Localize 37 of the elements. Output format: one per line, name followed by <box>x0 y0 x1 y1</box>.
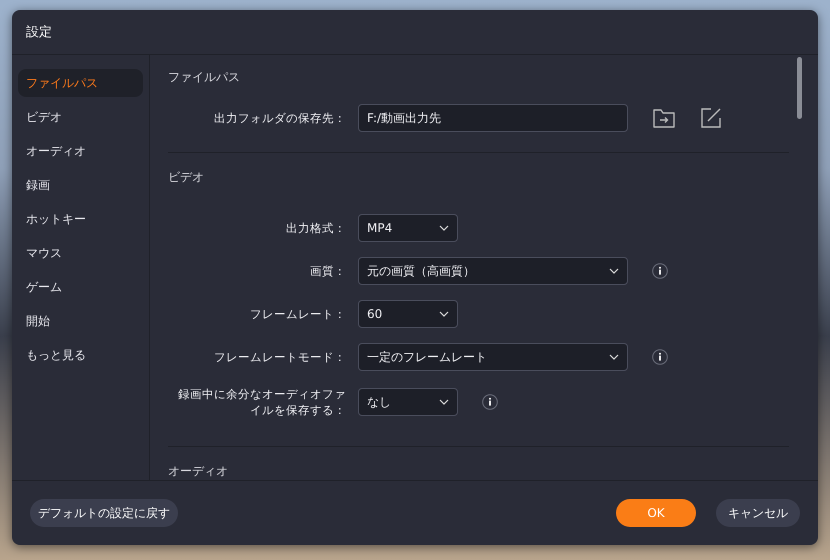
field-label: フレームレートモード： <box>213 349 347 365</box>
dropdown-select[interactable]: MP4 <box>358 214 458 242</box>
dialog-title: 設定 <box>26 24 52 41</box>
field-label: 録画中に余分なオーディオファイルを保存する： <box>177 386 347 418</box>
field-label: 画質： <box>309 263 347 279</box>
chevron-down-icon <box>609 268 619 274</box>
sidebar-item[interactable]: マウス <box>18 239 143 267</box>
sidebar-item[interactable]: もっと見る <box>18 341 143 369</box>
chevron-down-icon <box>439 311 449 317</box>
chevron-down-icon <box>439 225 449 231</box>
folder-path-field[interactable]: F:/動画出力先 <box>358 104 628 132</box>
sidebar-item[interactable]: ビデオ <box>18 103 143 131</box>
info-icon[interactable] <box>652 263 668 279</box>
sidebar-item[interactable]: 開始 <box>18 307 143 335</box>
sidebar-item[interactable]: ファイルパス <box>18 69 143 97</box>
edit-icon[interactable] <box>700 107 722 129</box>
sidebar-item[interactable]: ホットキー <box>18 205 143 233</box>
field-label: 出力格式： <box>285 220 347 236</box>
sidebar-item[interactable]: ゲーム <box>18 273 143 301</box>
section-heading: ビデオ <box>168 169 204 186</box>
chevron-down-icon <box>439 399 449 405</box>
folder-icon[interactable] <box>652 107 676 129</box>
field-label: 出力フォルダの保存先： <box>213 110 347 126</box>
sidebar-item[interactable]: オーディオ <box>18 137 143 165</box>
cancel-button[interactable]: キャンセル <box>716 499 800 527</box>
section-heading: ファイルパス <box>168 69 240 86</box>
field-label: フレームレート： <box>249 306 347 322</box>
chevron-down-icon <box>609 354 619 360</box>
dropdown-select[interactable]: 60 <box>358 300 458 328</box>
dropdown-select[interactable]: 一定のフレームレート <box>358 343 628 371</box>
section-heading: オーディオ <box>168 463 228 480</box>
dropdown-select[interactable]: なし <box>358 388 458 416</box>
info-icon[interactable] <box>482 394 498 410</box>
dropdown-select[interactable]: 元の画質（高画質） <box>358 257 628 285</box>
info-icon[interactable] <box>652 349 668 365</box>
sidebar-item[interactable]: 録画 <box>18 171 143 199</box>
reset-defaults-button[interactable]: デフォルトの設定に戻す <box>30 499 178 527</box>
